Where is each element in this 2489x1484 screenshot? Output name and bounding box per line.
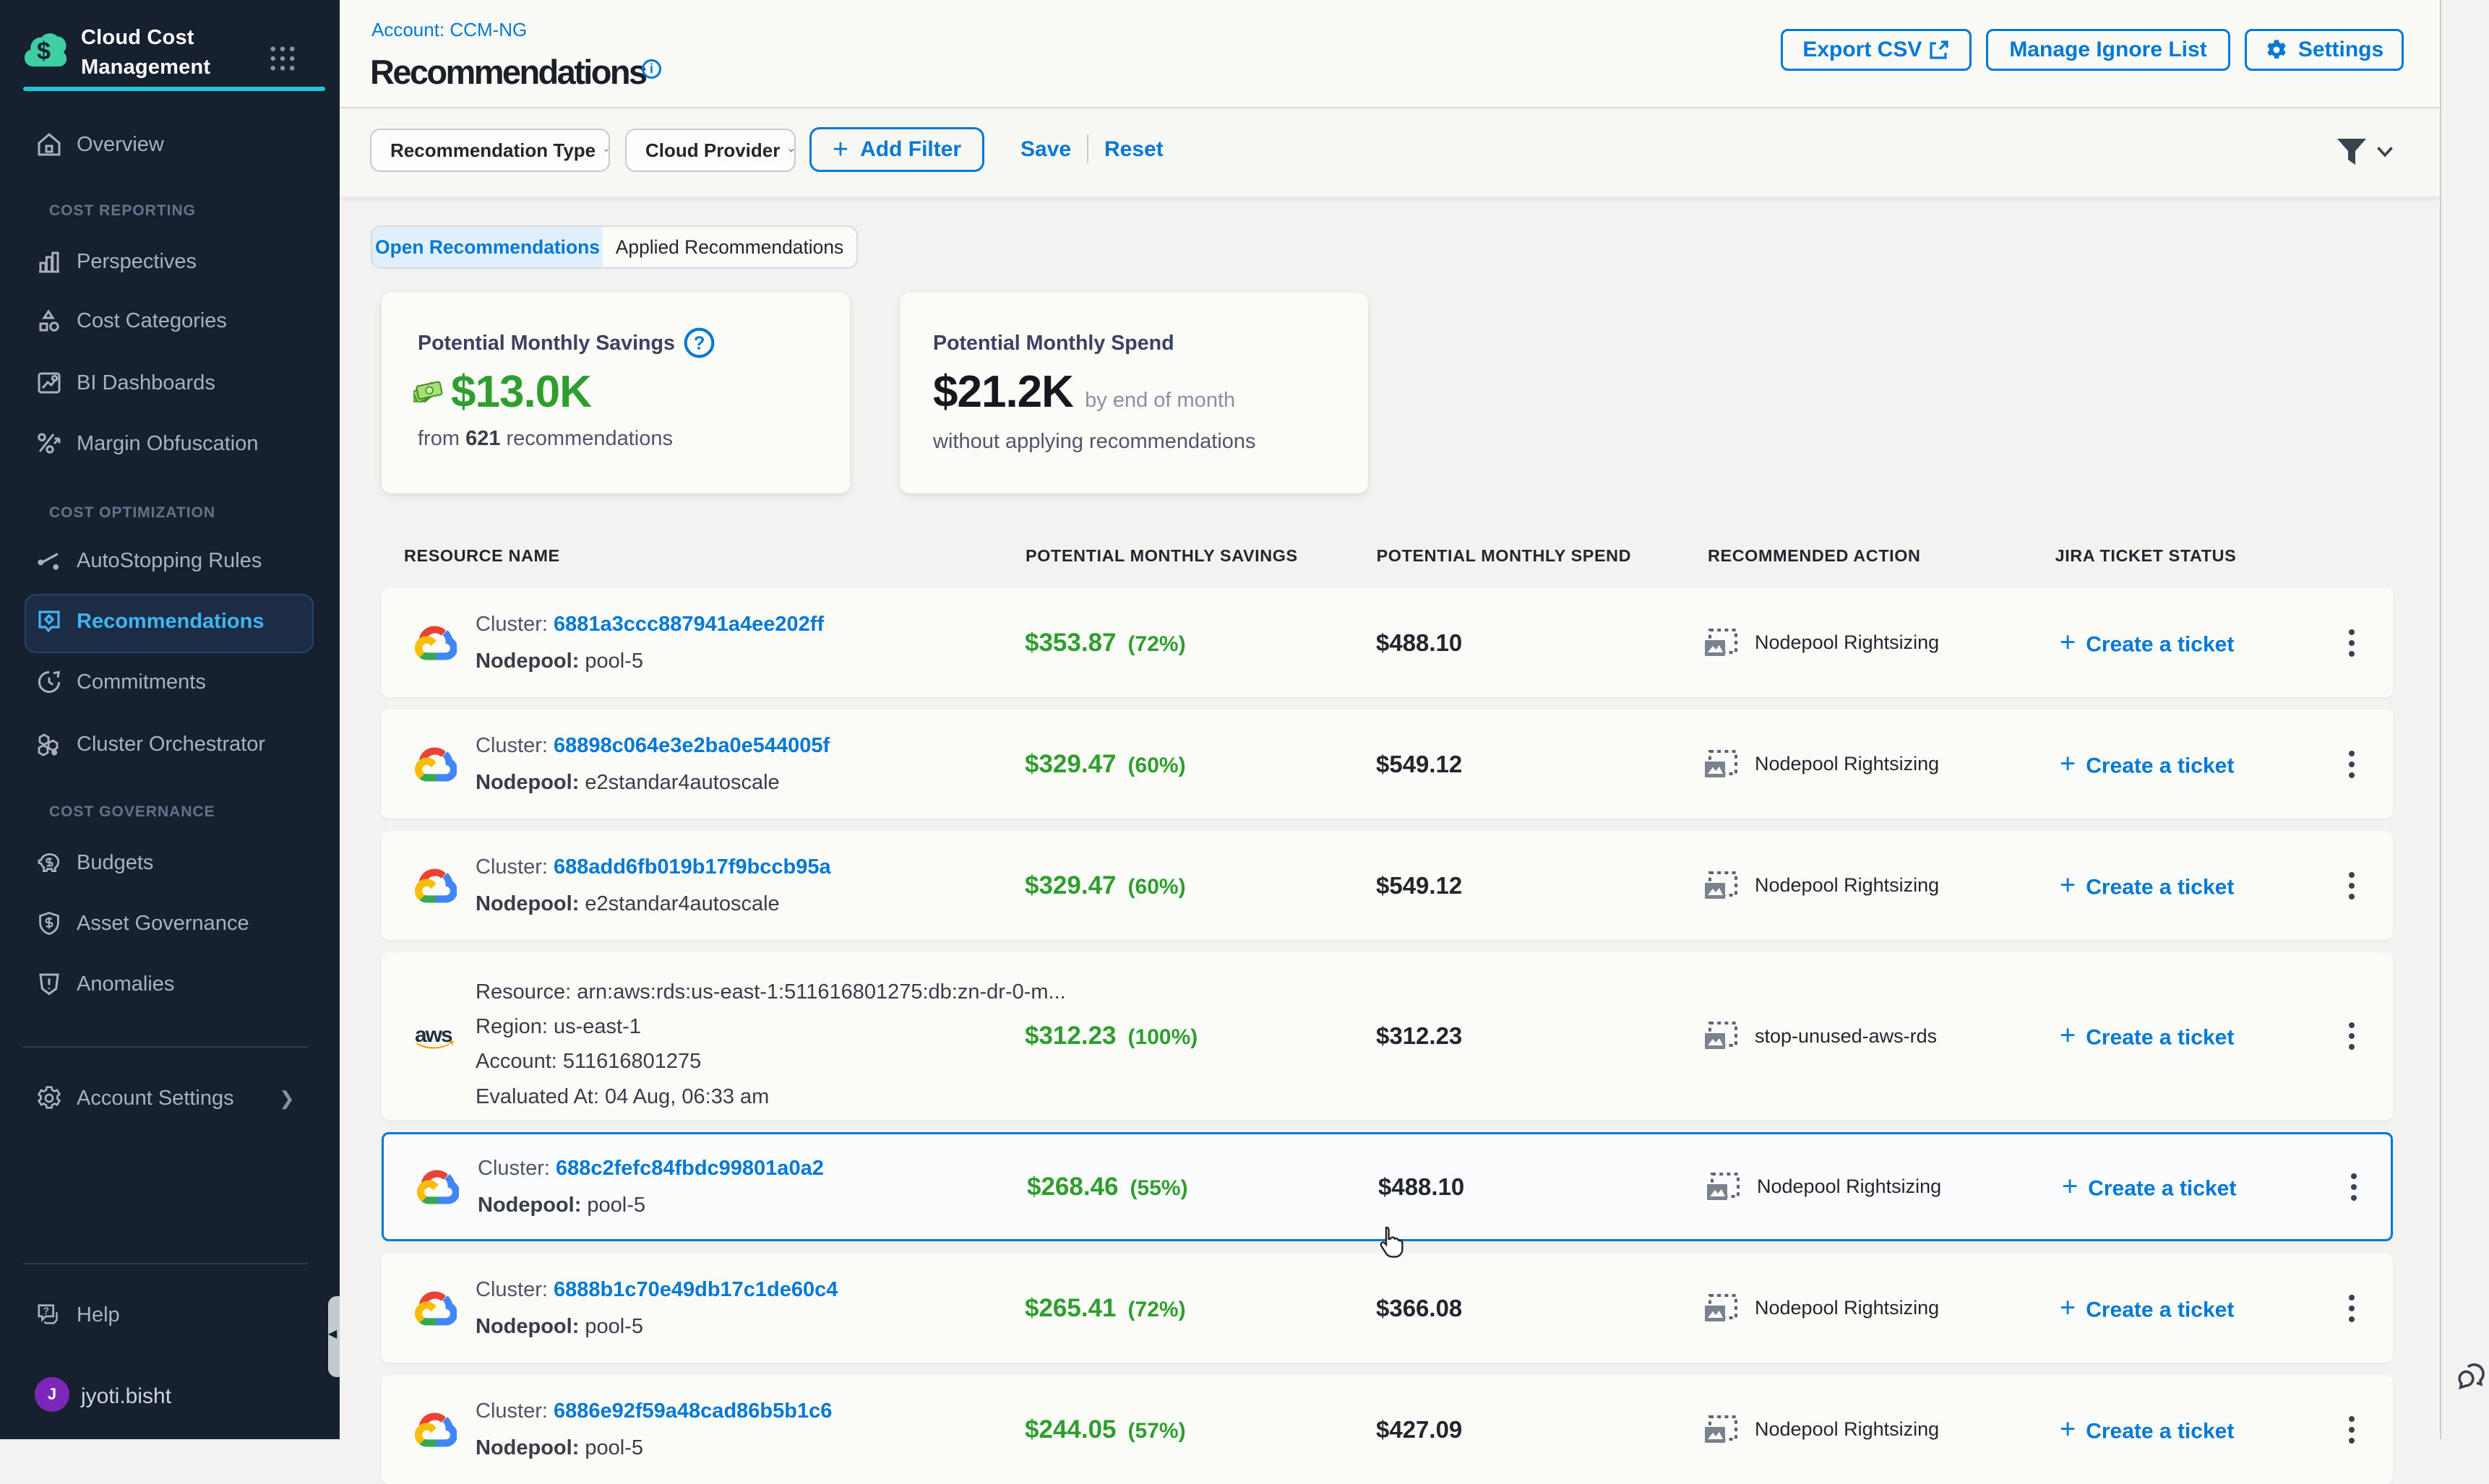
svg-text:aws: aws bbox=[415, 1023, 452, 1047]
svg-text:?: ? bbox=[694, 334, 705, 354]
svg-text:?: ? bbox=[43, 1306, 49, 1317]
svg-text:$: $ bbox=[37, 38, 51, 65]
